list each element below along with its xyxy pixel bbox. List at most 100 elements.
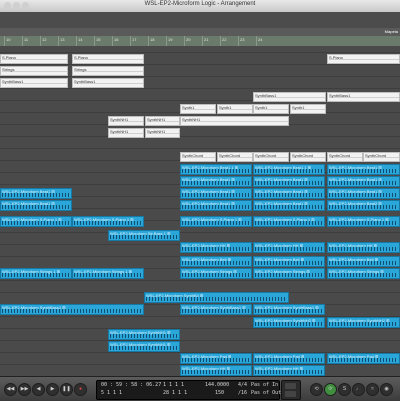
- sync-button[interactable]: ≈: [366, 383, 379, 396]
- marker-lane[interactable]: [0, 12, 400, 28]
- midi-region[interactable]: SynthChord: [327, 152, 363, 162]
- audio-region[interactable]: WSL-EP2-Microform Strings ⊞: [180, 268, 252, 279]
- audio-region[interactable]: WSL-EP2-Microform Pad ⊞: [180, 353, 252, 364]
- midi-region[interactable]: Synth1: [290, 104, 326, 114]
- audio-region[interactable]: WSL-EP2-Microform HH ⊞: [253, 242, 325, 253]
- midi-region[interactable]: Strings: [0, 66, 68, 76]
- midi-region[interactable]: S.Piano: [0, 54, 68, 64]
- midi-region[interactable]: S.Piano: [327, 54, 400, 64]
- midi-region[interactable]: SynthNH1: [145, 128, 180, 138]
- midi-region[interactable]: SynthChord: [180, 152, 216, 162]
- midi-region[interactable]: Synth1: [217, 104, 253, 114]
- audio-region[interactable]: WSL-EP2-Microform SynthNH1 ⊞: [108, 329, 180, 340]
- lcd-mode-down-button[interactable]: [285, 391, 296, 397]
- audio-region[interactable]: WSL-EP2-Microform HH ⊞: [180, 242, 252, 253]
- audio-region[interactable]: WSL-EP2-Microform HH ⊞: [253, 365, 325, 376]
- ruler-bar-number: 23: [240, 37, 245, 42]
- go-to-start-button[interactable]: ◀: [32, 383, 45, 396]
- midi-region[interactable]: SynthBass1: [72, 78, 144, 88]
- audio-region[interactable]: WSL-EP2-Microform S.Piano 1 ⊞: [327, 216, 400, 227]
- audio-region[interactable]: WSL-EP2-Microform Strings ⊞: [327, 268, 400, 279]
- audio-region[interactable]: WSL-EP2-Microform Beat1 ⊞: [0, 200, 72, 211]
- audio-region[interactable]: WSL-EP2-Microform Pad ⊞: [253, 353, 325, 364]
- audio-region[interactable]: WSL-EP2-Microform SynthB4 ⊞: [144, 292, 289, 303]
- midi-region[interactable]: S.Piano: [72, 54, 144, 64]
- click-button[interactable]: ◉: [380, 383, 393, 396]
- lcd-mode-up-button[interactable]: [285, 383, 296, 389]
- punch-out-display: Pas of Out: [251, 390, 282, 396]
- audio-region[interactable]: WSL-EP2-Microform Beat1 ⊞: [180, 176, 252, 187]
- audio-region[interactable]: WSL-EP2-Microform HH ⊞: [180, 365, 252, 376]
- audio-region[interactable]: WSL-EP2-Microform SynthNH2 ⊞: [327, 317, 400, 328]
- audio-region[interactable]: WSL-EP2-Microform SynthBass1 ⊞: [0, 304, 144, 315]
- play-button[interactable]: ▶: [46, 383, 59, 396]
- forward-button[interactable]: ▶▶: [18, 383, 31, 396]
- midi-region[interactable]: SynthChord: [290, 152, 326, 162]
- timeline-ruler[interactable]: Mapeta 10 11 12 13 14 15 16 17 18 19 20 21 22 23 24: [0, 12, 400, 46]
- audio-region[interactable]: WSL-EP2-Microform Bell ⊞: [180, 256, 252, 267]
- midi-region[interactable]: Strings: [72, 66, 144, 76]
- audio-region[interactable]: WSL-EP2-Microform Pad ⊞: [327, 353, 400, 364]
- midi-region[interactable]: SynthNH1: [108, 116, 144, 126]
- audio-region[interactable]: WSL-EP2-Microform Beat1.1 ⊞: [180, 164, 252, 175]
- audio-region[interactable]: WSL-EP2-Microform Beat1 ⊞: [327, 188, 400, 199]
- ruler-bar-number: 10: [6, 37, 11, 42]
- ruler-bar-number: 21: [204, 37, 209, 42]
- audio-region[interactable]: WSL-EP2-Microform Beat1.1 ⊞: [253, 164, 325, 175]
- audio-region[interactable]: WSL-EP2-Microform Beat1 ⊞: [253, 200, 325, 211]
- audio-region[interactable]: WSL-EP2-Microform Beat1 ⊞: [0, 188, 72, 199]
- ruler-bar-number: 16: [114, 37, 119, 42]
- audio-region[interactable]: WSL-EP2-Microform Strings ⊞: [253, 268, 325, 279]
- audio-region[interactable]: WSL-EP2-Microform SynthNH2 ⊞: [253, 317, 325, 328]
- midi-region[interactable]: Synth1: [253, 104, 289, 114]
- lcd-display[interactable]: 00 : 59 : 58 : 06.27 5 1 1 1 1 1 1 1 28 …: [96, 380, 282, 400]
- solo-button[interactable]: S: [338, 383, 351, 396]
- lcd-mode-buttons[interactable]: [281, 380, 301, 400]
- pause-button[interactable]: ❚❚: [60, 383, 73, 396]
- audio-region[interactable]: WSL-EP2-Microform Beat2 ⊞: [327, 200, 400, 211]
- audio-region[interactable]: WSL-EP2-Microform Strings 1 ⊞: [72, 268, 144, 279]
- audio-region[interactable]: WSL-EP2-Microform Bell ⊞: [253, 256, 325, 267]
- audio-region[interactable]: WSL-EP2-Microform S.Piano 1 ⊞: [0, 216, 72, 227]
- rewind-button[interactable]: ◀◀: [4, 383, 17, 396]
- audio-region[interactable]: WSL-EP2-Microform Beat1 ⊞: [180, 188, 252, 199]
- midi-region[interactable]: Synth1: [180, 104, 216, 114]
- audio-region[interactable]: WSL-EP2-Microform Bell ⊞: [327, 256, 400, 267]
- midi-region[interactable]: SynthBass1: [253, 92, 326, 102]
- marker-label[interactable]: Mapeta: [385, 29, 398, 34]
- ruler-tick: [4, 36, 5, 46]
- audio-region[interactable]: WSL-EP2-Microform SynthBass1 ⊞: [253, 304, 325, 315]
- record-button[interactable]: ●: [74, 383, 87, 396]
- ruler-tick: [22, 36, 23, 46]
- audio-region[interactable]: WSL-EP2-Microform Beat1 ⊞: [327, 176, 400, 187]
- arrange-area[interactable]: S.Piano S.Piano S.Piano Strings Strings …: [0, 46, 400, 376]
- midi-region[interactable]: SynthChord: [253, 152, 289, 162]
- midi-region[interactable]: SynthNH1: [108, 128, 144, 138]
- audio-region[interactable]: WSL-EP2-Microform S.Piano 1 ⊞: [72, 216, 144, 227]
- audio-region[interactable]: WSL-EP2-Microform Str.Bass 1 ⊞: [108, 230, 180, 241]
- midi-region[interactable]: SynthBass1: [327, 92, 400, 102]
- track-lane-divider: [0, 328, 400, 329]
- audio-region[interactable]: WSL-EP2-Microform SynthBass1 ⊞: [180, 304, 252, 315]
- midi-region[interactable]: SynthChord: [217, 152, 253, 162]
- audio-region[interactable]: WSL-EP2-Microform S.Piano 1 ⊞: [180, 216, 252, 227]
- cycle-button[interactable]: ⟲: [310, 383, 323, 396]
- end-display: 28 1 1 1: [163, 390, 188, 396]
- audio-region[interactable]: WSL-EP2-Microform Beat1 ⊞: [180, 200, 252, 211]
- metronome-button[interactable]: ♩: [352, 383, 365, 396]
- audio-region[interactable]: WSL-EP2-Microform Beat1 ⊞: [253, 188, 325, 199]
- audio-region[interactable]: WSL-EP2-Microform S.Piano 1 ⊞: [253, 216, 325, 227]
- audio-region[interactable]: WSL-EP2-Microform SynthNH1 ⊞: [108, 341, 180, 352]
- track-lane-divider: [0, 280, 400, 281]
- midi-region[interactable]: SynthNH1: [145, 116, 180, 126]
- midi-region[interactable]: SynthChord: [363, 152, 400, 162]
- audio-region[interactable]: WSL-EP2-Microform Beat1 ⊞: [253, 176, 325, 187]
- ruler-bar-number: 12: [42, 37, 47, 42]
- replace-button[interactable]: ⟳: [324, 383, 337, 396]
- midi-region[interactable]: SynthBass1: [0, 78, 68, 88]
- audio-region[interactable]: WSL-EP2-Microform HH ⊞: [327, 242, 400, 253]
- midi-region[interactable]: SynthNH1: [180, 116, 289, 126]
- audio-region[interactable]: WSL-EP2-Microform Beat1 ⊞: [327, 164, 400, 175]
- audio-region[interactable]: WSL-EP2-Microform Strings 1 ⊞: [0, 268, 72, 279]
- signature-display: 4/4: [238, 382, 248, 388]
